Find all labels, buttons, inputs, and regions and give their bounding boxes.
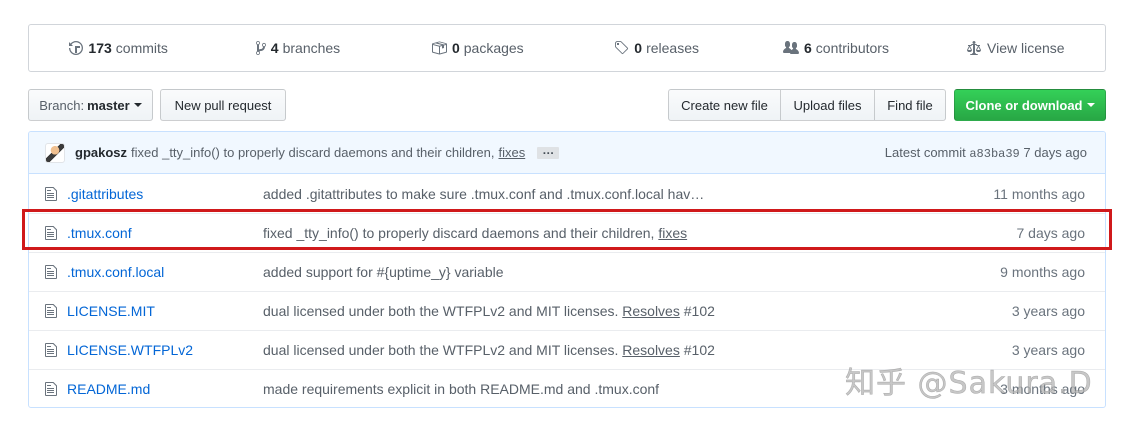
file-commit-message: made requirements explicit in both READM… <box>263 381 945 397</box>
branch-value: master <box>87 97 130 113</box>
file-commit-link[interactable]: dual licensed under both the WTFPLv2 and… <box>263 303 618 319</box>
file-commit-issue-link[interactable]: Resolves <box>622 303 680 319</box>
branches-count: 4 <box>270 40 279 56</box>
package-icon <box>431 41 447 55</box>
file-icon-wrap <box>45 186 61 202</box>
repo-summary-bar: 173 commits 4 branches 0 packages 0 rele… <box>28 24 1106 72</box>
caret-down-icon <box>133 103 142 107</box>
releases-label: releases <box>646 40 699 56</box>
create-new-file-button[interactable]: Create new file <box>668 89 781 121</box>
file-commit-extra: Resolves #102 <box>618 342 715 358</box>
packages-link[interactable]: 0 packages <box>388 40 567 56</box>
file-icon <box>45 226 57 240</box>
file-icon <box>45 382 57 396</box>
commits-count: 173 <box>88 40 112 56</box>
file-commit-link[interactable]: dual licensed under both the WTFPLv2 and… <box>263 342 618 358</box>
clone-or-download-button[interactable]: Clone or download <box>954 89 1106 121</box>
commit-fixes-link[interactable]: fixes <box>498 145 525 160</box>
upload-files-button[interactable]: Upload files <box>780 89 875 121</box>
new-pull-request-button[interactable]: New pull request <box>160 89 286 121</box>
file-name-link[interactable]: README.md <box>67 381 263 397</box>
caret-down-icon <box>1086 103 1095 107</box>
file-icon-wrap <box>45 342 61 358</box>
branches-link[interactable]: 4 branches <box>208 40 387 56</box>
file-age: 3 years ago <box>1011 342 1085 358</box>
file-commit-message: dual licensed under both the WTFPLv2 and… <box>263 342 945 358</box>
packages-count: 0 <box>451 40 460 56</box>
avatar[interactable] <box>45 142 65 163</box>
file-commit-link[interactable]: made requirements explicit in both READM… <box>263 381 659 397</box>
table-row: .gitattributes added .gitattributes to ma… <box>29 174 1105 213</box>
packages-label: packages <box>463 40 524 56</box>
commit-message-link[interactable]: fixed _tty_info() to properly discard da… <box>131 145 494 160</box>
file-age: 11 months ago <box>993 185 1085 202</box>
license-link[interactable]: View license <box>926 40 1105 56</box>
expand-commit-button[interactable]: … <box>537 144 560 159</box>
commit-sha-link[interactable]: a83ba39 <box>969 147 1019 161</box>
file-icon <box>45 304 57 318</box>
people-icon <box>783 41 799 54</box>
find-file-button[interactable]: Find file <box>874 89 946 121</box>
branches-label: branches <box>282 40 341 56</box>
file-icon <box>45 186 57 201</box>
file-commit-link[interactable]: added .gitattributes to make sure .tmux.… <box>263 186 704 202</box>
contributors-count: 6 <box>804 40 812 56</box>
latest-commit-bar: gpakosz fixed _tty_info() to properly di… <box>29 132 1105 174</box>
file-commit-issue-number[interactable]: #102 <box>684 303 715 319</box>
table-row: .tmux.conf.local added support for #{upti… <box>29 252 1105 291</box>
file-commit-extra: Resolves #102 <box>618 303 715 319</box>
tag-icon <box>615 41 629 55</box>
file-icon-wrap <box>45 225 61 241</box>
repo-page: 173 commits 4 branches 0 packages 0 rele… <box>0 0 1129 421</box>
commit-age: 7 days ago <box>1023 144 1087 160</box>
history-icon <box>69 41 84 55</box>
law-icon <box>967 41 982 55</box>
file-commit-link[interactable]: added support for #{uptime_y} variable <box>263 264 504 280</box>
file-commit-message: dual licensed under both the WTFPLv2 and… <box>263 303 945 319</box>
table-row: LICENSE.MIT dual licensed under both the … <box>29 291 1105 330</box>
table-row: .tmux.conf fixed _tty_info() to properly … <box>29 213 1105 252</box>
commit-author-link[interactable]: gpakosz <box>75 145 127 160</box>
releases-count: 0 <box>634 40 643 56</box>
branch-icon <box>255 40 266 55</box>
commits-link[interactable]: 173 commits <box>29 40 208 56</box>
file-name-link[interactable]: .gitattributes <box>67 186 263 202</box>
file-commit-link[interactable]: fixed _tty_info() to properly discard da… <box>263 225 654 241</box>
file-icon-wrap <box>45 264 61 280</box>
file-commit-issue-link[interactable]: fixes <box>658 225 687 241</box>
latest-commit-info: Latest commit a83ba39 7 days ago <box>885 145 1087 161</box>
file-commit-extra: fixes <box>654 225 687 241</box>
license-label: View license <box>987 40 1065 56</box>
contributors-link[interactable]: 6 contributors <box>746 40 925 56</box>
file-commit-message: fixed _tty_info() to properly discard da… <box>263 225 945 241</box>
file-name-link[interactable]: .tmux.conf.local <box>67 264 263 280</box>
file-icon <box>45 265 57 279</box>
file-age: 3 years ago <box>1011 303 1085 319</box>
file-icon-wrap <box>45 303 61 319</box>
contributors-label: contributors <box>815 40 889 56</box>
file-commit-issue-number[interactable]: #102 <box>684 342 715 358</box>
watermark: 知乎 @Sakura.D <box>845 366 1093 402</box>
branch-select-button[interactable]: Branch: master <box>28 89 153 121</box>
file-icon-wrap <box>45 381 61 397</box>
file-name-link[interactable]: LICENSE.MIT <box>67 303 263 319</box>
latest-commit-label: Latest commit <box>884 144 966 160</box>
file-age: 9 months ago <box>1000 264 1085 280</box>
file-commit-message: added .gitattributes to make sure .tmux.… <box>263 186 945 202</box>
file-age: 7 days ago <box>1016 225 1086 241</box>
releases-link[interactable]: 0 releases <box>567 40 746 56</box>
file-name-link[interactable]: .tmux.conf <box>67 225 263 241</box>
commits-label: commits <box>115 40 168 56</box>
file-name-link[interactable]: LICENSE.WTFPLv2 <box>67 342 263 358</box>
branch-label: Branch: <box>39 97 85 113</box>
file-icon <box>45 343 57 357</box>
clone-label: Clone or download <box>965 97 1083 113</box>
file-commit-issue-link[interactable]: Resolves <box>622 342 680 358</box>
file-commit-message: added support for #{uptime_y} variable <box>263 264 945 280</box>
